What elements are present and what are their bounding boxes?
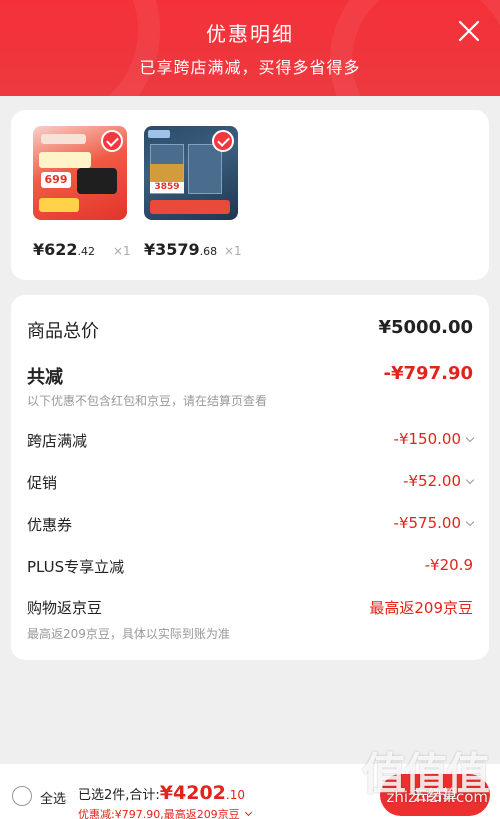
- discount-label: 优惠券: [27, 516, 73, 534]
- selected-check-icon: [212, 130, 234, 152]
- discount-row-coupon[interactable]: 优惠券 -¥575.00: [27, 514, 475, 536]
- header: 优惠明细 已享跨店满减，买得多省得多: [0, 0, 500, 96]
- product-qty-1: ×1: [113, 244, 131, 258]
- close-icon[interactable]: [458, 20, 480, 42]
- discount-row-cross-store[interactable]: 跨店满减 -¥150.00: [27, 430, 475, 452]
- discount-summary-card: 商品总价 ¥5000.00 共减 -¥797.90 以下优惠不包含红包和京豆，请…: [11, 295, 489, 660]
- grand-total-decimal: .10: [225, 788, 245, 802]
- product-price-1: ¥622.42: [33, 240, 96, 259]
- selected-check-icon: [101, 130, 123, 152]
- reduce-label: 共减: [27, 367, 63, 388]
- page-title: 优惠明细: [206, 22, 294, 46]
- beans-value: 最高返209京豆: [369, 599, 473, 617]
- reduce-row: 共减 -¥797.90: [27, 363, 473, 388]
- beans-row: 购物返京豆 最高返209京豆: [27, 597, 473, 619]
- total-label: 商品总价: [27, 321, 99, 342]
- beans-note: 最高返209京豆，具体以实际到账为准: [27, 627, 230, 641]
- select-all-radio[interactable]: [12, 786, 32, 806]
- fridge-door-right: [188, 144, 222, 194]
- grand-total: ¥4202: [159, 782, 226, 804]
- reduce-note: 以下优惠不包含红包和京豆，请在结算页查看: [27, 394, 268, 408]
- chevron-down-icon: [244, 808, 252, 817]
- products-card: 699 3859 ¥622.42 ×1 ¥3579.68 ×1: [11, 110, 489, 280]
- total-row: 商品总价 ¥5000.00: [27, 317, 473, 343]
- product-device: [77, 168, 117, 194]
- chevron-down-icon: [465, 475, 475, 485]
- discount-value: -¥52.00: [403, 472, 461, 490]
- chevron-down-icon: [465, 433, 475, 443]
- discount-label: 跨店满减: [27, 432, 88, 450]
- discount-value: -¥20.9: [424, 556, 473, 574]
- discount-detail-link[interactable]: 优惠减:¥797.90,最高返209京豆: [78, 806, 252, 819]
- discount-row-plus: PLUS专享立减 -¥20.9: [27, 556, 473, 578]
- header-decoration: [330, 0, 500, 96]
- watermark-url: zhizhizhi.com: [386, 788, 488, 806]
- product-badge: 3859: [150, 182, 184, 193]
- discount-label: 促销: [27, 474, 58, 492]
- header-decoration: [0, 0, 160, 96]
- product-badge: 699: [41, 172, 71, 188]
- total-value: ¥5000.00: [378, 317, 473, 338]
- page-subtitle: 已享跨店满减，买得多省得多: [139, 58, 361, 77]
- selected-count-text: 已选2件,合计:: [78, 788, 160, 803]
- beans-label: 购物返京豆: [27, 599, 103, 617]
- reduce-value: -¥797.90: [383, 363, 473, 384]
- selected-summary: 已选2件,合计:¥4202.10: [78, 782, 245, 804]
- product-price-2: ¥3579.68: [144, 240, 218, 259]
- watermark: 值值值 zhizhizhi.com: [348, 738, 490, 808]
- product-qty-2: ×1: [224, 244, 242, 258]
- select-all-label[interactable]: 全选: [40, 788, 66, 807]
- discount-row-promotion[interactable]: 促销 -¥52.00: [27, 472, 475, 494]
- discount-value: -¥150.00: [393, 430, 461, 448]
- product-image-1[interactable]: 699: [33, 126, 127, 220]
- chevron-down-icon: [465, 517, 475, 527]
- product-image-2[interactable]: 3859: [144, 126, 238, 220]
- discount-label: PLUS专享立减: [27, 558, 125, 576]
- discount-value: -¥575.00: [393, 514, 461, 532]
